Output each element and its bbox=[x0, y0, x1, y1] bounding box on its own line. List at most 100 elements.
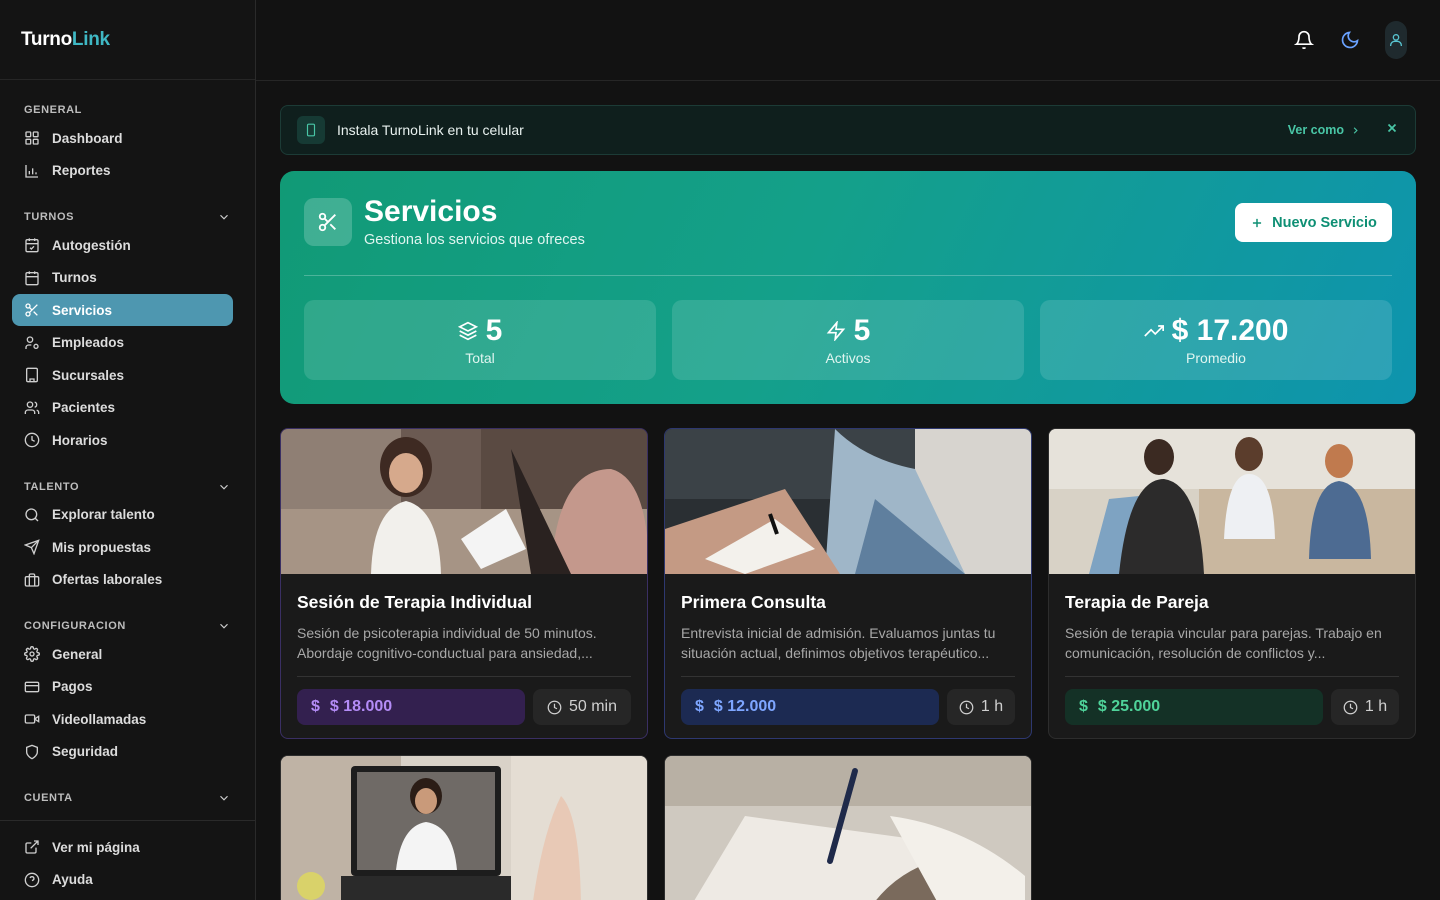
section-configuracion[interactable]: CONFIGURACION bbox=[0, 614, 255, 638]
send-icon bbox=[24, 539, 40, 555]
chevron-right-icon bbox=[1353, 126, 1358, 134]
sidebar-item-dashboard[interactable]: Dashboard bbox=[12, 122, 233, 154]
section-cuenta[interactable]: CUENTA bbox=[0, 786, 255, 810]
shield-icon bbox=[26, 744, 38, 759]
user-menu-button[interactable] bbox=[1385, 21, 1407, 59]
plus-icon bbox=[1253, 218, 1262, 227]
layers-icon bbox=[457, 321, 478, 341]
sidebar-item-pacientes[interactable]: Pacientes bbox=[12, 392, 233, 424]
scissors-icon bbox=[25, 303, 38, 317]
service-name: Terapia de Pareja bbox=[1065, 592, 1209, 612]
user-cog-icon bbox=[25, 335, 39, 349]
dollar-icon: $ bbox=[695, 698, 704, 715]
sidebar-nav: GENERAL Dashboard Reportes TURNOS Autoge… bbox=[0, 80, 255, 810]
sidebar-item-servicios[interactable]: Servicios bbox=[12, 294, 233, 326]
card-divider bbox=[297, 676, 631, 677]
service-image bbox=[665, 429, 1031, 574]
sidebar-item-reportes[interactable]: Reportes bbox=[12, 155, 233, 187]
notifications-button[interactable] bbox=[1288, 24, 1320, 56]
sidebar-item-videollamadas[interactable]: Videollamadas bbox=[12, 703, 233, 735]
scissors-icon bbox=[304, 198, 352, 246]
bell-icon bbox=[1294, 30, 1314, 50]
close-icon bbox=[1387, 123, 1397, 132]
theme-toggle-button[interactable] bbox=[1334, 24, 1366, 56]
services-hero: Servicios Gestiona los servicios que ofr… bbox=[280, 171, 1416, 404]
brand-logo[interactable]: Turno Link bbox=[0, 0, 255, 80]
price-badge: $ $ 12.000 bbox=[681, 689, 939, 725]
page-title: Servicios bbox=[364, 195, 498, 228]
service-description: Sesión de terapia vincular para parejas.… bbox=[1065, 625, 1382, 661]
calendar-check-icon bbox=[25, 238, 39, 253]
sidebar-item-ayuda[interactable]: Ayuda bbox=[12, 864, 233, 896]
ver-como-link[interactable]: Ver como bbox=[1288, 123, 1361, 137]
chevron-down-icon bbox=[220, 623, 228, 629]
sidebar-item-seguridad[interactable]: Seguridad bbox=[12, 736, 233, 768]
sidebar-item-explorar-talento[interactable]: Explorar talento bbox=[12, 499, 233, 531]
sidebar-bottom: Ver mi página Ayuda bbox=[0, 820, 255, 900]
moon-icon bbox=[1341, 31, 1359, 49]
main-content: Instala TurnoLink en tu celular Ver como… bbox=[280, 105, 1416, 900]
service-description: Entrevista inicial de admisión. Evaluamo… bbox=[681, 625, 996, 661]
sidebar-item-sucursales[interactable]: Sucursales bbox=[12, 359, 233, 391]
price-badge: $ $ 18.000 bbox=[297, 689, 525, 725]
sidebar-item-general[interactable]: General bbox=[12, 638, 233, 670]
building-icon bbox=[26, 367, 38, 383]
service-card[interactable]: Sesión de Terapia Individual Sesión de p… bbox=[280, 428, 648, 739]
stat-total: 5 Total bbox=[304, 300, 656, 380]
user-icon bbox=[1390, 34, 1402, 46]
clock-icon bbox=[24, 432, 40, 448]
dollar-icon: $ bbox=[311, 698, 320, 715]
service-image bbox=[1049, 429, 1415, 574]
sidebar-item-autogestion[interactable]: Autogestión bbox=[12, 229, 233, 261]
zap-icon bbox=[826, 321, 845, 341]
search-icon bbox=[25, 507, 39, 521]
new-service-button[interactable]: Nuevo Servicio bbox=[1235, 203, 1392, 242]
service-card[interactable] bbox=[280, 755, 648, 900]
services-grid: Sesión de Terapia Individual Sesión de p… bbox=[280, 428, 1416, 900]
banner-text: Instala TurnoLink en tu celular bbox=[337, 122, 524, 138]
sidebar-item-ofertas-laborales[interactable]: Ofertas laborales bbox=[12, 564, 233, 596]
hero-divider bbox=[304, 275, 1392, 276]
sidebar-item-pagos[interactable]: Pagos bbox=[12, 671, 233, 703]
chevron-down-icon bbox=[220, 484, 228, 490]
sidebar-item-turnos[interactable]: Turnos bbox=[12, 262, 233, 294]
service-name: Primera Consulta bbox=[681, 592, 826, 612]
sidebar-item-empleados[interactable]: Empleados bbox=[12, 327, 233, 359]
stat-promedio: $ 17.200 Promedio bbox=[1040, 300, 1392, 380]
duration-badge: 50 min bbox=[533, 689, 631, 725]
section-turnos[interactable]: TURNOS bbox=[0, 205, 255, 229]
duration-badge: 1 h bbox=[1331, 689, 1399, 725]
duration-badge: 1 h bbox=[947, 689, 1015, 725]
external-link-icon bbox=[25, 840, 39, 854]
service-card[interactable]: Terapia de Pareja Sesión de terapia vinc… bbox=[1048, 428, 1416, 739]
close-banner-button[interactable] bbox=[1385, 121, 1399, 140]
service-card[interactable]: Primera Consulta Entrevista inicial de a… bbox=[664, 428, 1032, 739]
section-talento[interactable]: TALENTO bbox=[0, 475, 255, 499]
sidebar-item-mis-propuestas[interactable]: Mis propuestas bbox=[12, 531, 233, 563]
briefcase-icon bbox=[24, 572, 40, 587]
smartphone-icon bbox=[297, 116, 325, 144]
credit-card-icon bbox=[24, 681, 40, 692]
card-divider bbox=[681, 676, 1015, 677]
sidebar-item-ver-mi-pagina[interactable]: Ver mi página bbox=[12, 831, 233, 863]
help-circle-icon bbox=[24, 872, 40, 887]
trending-up-icon bbox=[1143, 325, 1164, 337]
calendar-icon bbox=[25, 270, 39, 285]
install-banner: Instala TurnoLink en tu celular Ver como bbox=[280, 105, 1416, 155]
grid-icon bbox=[25, 131, 39, 145]
service-description: Sesión de psicoterapia individual de 50 … bbox=[297, 625, 597, 661]
top-header bbox=[256, 0, 1440, 81]
section-general: GENERAL bbox=[24, 104, 82, 116]
users-icon bbox=[24, 400, 40, 414]
service-card[interactable] bbox=[664, 755, 1032, 900]
service-image bbox=[281, 429, 647, 574]
bar-chart-icon bbox=[25, 164, 38, 178]
chevron-down-icon bbox=[220, 795, 228, 801]
video-icon bbox=[24, 714, 40, 724]
stats-row: 5 Total 5 Activos $ 17.200 Promedio bbox=[304, 300, 1392, 380]
stat-activos: 5 Activos bbox=[672, 300, 1024, 380]
chevron-down-icon bbox=[220, 214, 228, 220]
sidebar-item-horarios[interactable]: Horarios bbox=[12, 424, 233, 456]
page-subtitle: Gestiona los servicios que ofreces bbox=[364, 232, 585, 248]
clock-icon bbox=[1343, 700, 1358, 714]
